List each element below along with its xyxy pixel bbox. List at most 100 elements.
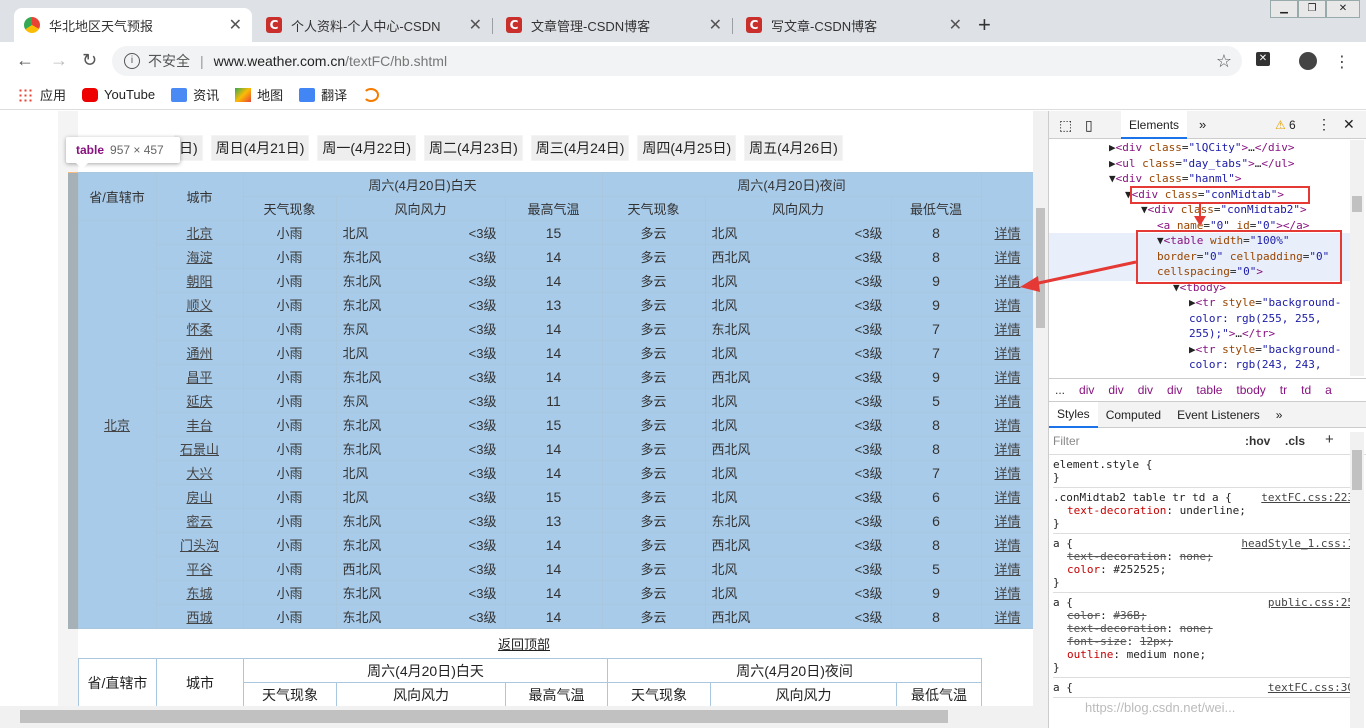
rule-source-link[interactable]: public.css:25 <box>1268 596 1354 609</box>
style-property[interactable]: color: #36B; <box>1053 609 1354 622</box>
bookmark-youtube[interactable]: YouTube <box>82 87 155 102</box>
detail-link[interactable]: 详情 <box>994 442 1020 457</box>
city-link[interactable]: 平谷 <box>186 562 212 577</box>
breadcrumb-item[interactable]: div <box>1138 383 1153 397</box>
profile-avatar-icon[interactable] <box>1299 52 1317 70</box>
window-close-button[interactable]: ✕ <box>1326 0 1360 18</box>
bookmark-maps[interactable]: 地图 <box>235 85 283 104</box>
breadcrumb-item[interactable]: div <box>1108 383 1123 397</box>
dom-node-line[interactable]: color: rgb(255, 255, <box>1049 311 1354 327</box>
device-toggle-icon[interactable]: ▯ <box>1085 117 1093 134</box>
breadcrumb-item[interactable]: ... <box>1055 383 1065 397</box>
address-bar[interactable]: i 不安全 | www.weather.com.cn/textFC/hb.sht… <box>112 46 1242 76</box>
tab-styles[interactable]: Styles <box>1049 401 1098 428</box>
menu-kebab-icon[interactable]: ⋮ <box>1334 52 1350 72</box>
reload-icon[interactable]: ↻ <box>82 50 97 71</box>
tab-elements[interactable]: Elements <box>1121 111 1188 139</box>
warning-icon[interactable]: ⚠ <box>1275 118 1286 132</box>
city-link[interactable]: 通州 <box>186 346 212 361</box>
city-link[interactable]: 密云 <box>186 514 212 529</box>
city-link[interactable]: 东城 <box>186 586 212 601</box>
breadcrumb-item[interactable]: div <box>1167 383 1182 397</box>
city-link[interactable]: 丰台 <box>186 418 212 433</box>
city-link[interactable]: 石景山 <box>180 442 219 457</box>
horizontal-scroll-thumb[interactable] <box>20 710 948 723</box>
bookmark-loading[interactable] <box>363 87 385 102</box>
inspect-cursor-icon[interactable]: ⬚ <box>1059 117 1072 134</box>
devtools-close-icon[interactable]: ✕ <box>1343 116 1355 133</box>
close-tab-icon[interactable]: ✕ <box>469 15 482 35</box>
city-link[interactable]: 昌平 <box>186 370 212 385</box>
day-tab[interactable]: 周日(4月21日) <box>210 135 310 161</box>
city-link[interactable]: 朝阳 <box>186 274 212 289</box>
dom-node-line[interactable]: color: rgb(243, 243, <box>1049 357 1354 373</box>
dom-node-line[interactable]: ▼<div class="hanml"> <box>1049 171 1354 187</box>
detail-link[interactable]: 详情 <box>994 490 1020 505</box>
dom-scroll-thumb[interactable] <box>1352 196 1362 212</box>
styles-filter-input[interactable]: Filter :hov .cls + <box>1049 429 1366 455</box>
detail-link[interactable]: 详情 <box>994 322 1020 337</box>
info-icon[interactable]: i <box>124 53 140 69</box>
dom-node-line[interactable]: 255);">…</tr> <box>1049 326 1354 342</box>
style-property[interactable]: font-size: 12px; <box>1053 635 1354 648</box>
close-tab-icon[interactable]: ✕ <box>949 15 962 35</box>
breadcrumb-item[interactable]: td <box>1301 383 1311 397</box>
hov-toggle[interactable]: :hov <box>1245 434 1270 448</box>
detail-link[interactable]: 详情 <box>994 370 1020 385</box>
more-tabs-icon[interactable]: » <box>1268 408 1291 422</box>
cls-toggle[interactable]: .cls <box>1285 434 1305 448</box>
breadcrumb-item[interactable]: div <box>1079 383 1094 397</box>
dom-node-line[interactable]: ▶<tr style="background- <box>1049 342 1354 358</box>
tab-computed[interactable]: Computed <box>1098 408 1169 422</box>
detail-link[interactable]: 详情 <box>994 538 1020 553</box>
more-tabs-icon[interactable]: » <box>1199 117 1206 132</box>
style-property[interactable]: text-decoration: underline; <box>1053 504 1354 517</box>
day-tab[interactable]: 周一(4月22日) <box>317 135 417 161</box>
day-tab[interactable]: 周四(4月25日) <box>637 135 737 161</box>
bookmark-translate[interactable]: 翻译 <box>299 85 347 104</box>
close-tab-icon[interactable]: ✕ <box>709 15 722 35</box>
city-link[interactable]: 西城 <box>186 610 212 625</box>
rule-source-link[interactable]: headStyle_1.css:1 <box>1241 537 1354 550</box>
detail-link[interactable]: 详情 <box>994 562 1020 577</box>
detail-link[interactable]: 详情 <box>994 394 1020 409</box>
city-link[interactable]: 海淀 <box>186 250 212 265</box>
maximize-button[interactable]: ❐ <box>1298 0 1326 18</box>
style-property[interactable]: outline: medium none; <box>1053 648 1354 661</box>
city-link[interactable]: 房山 <box>186 490 212 505</box>
breadcrumb-item[interactable]: tr <box>1280 383 1287 397</box>
day-tab[interactable]: 周五(4月26日) <box>744 135 843 161</box>
city-link[interactable]: 延庆 <box>186 394 212 409</box>
breadcrumb-item[interactable]: a <box>1325 383 1332 397</box>
breadcrumb-item[interactable]: table <box>1196 383 1222 397</box>
dom-node-line[interactable]: ▶<div class="lQCity">…</div> <box>1049 140 1354 156</box>
style-property[interactable]: color: #252525; <box>1053 563 1354 576</box>
bookmark-apps[interactable]: 应用 <box>18 85 66 104</box>
city-link[interactable]: 大兴 <box>186 466 212 481</box>
styles-scroll-thumb[interactable] <box>1352 450 1362 490</box>
bookmark-star-icon[interactable]: ☆ <box>1216 51 1232 72</box>
style-property[interactable]: text-decoration: none; <box>1053 550 1354 563</box>
detail-link[interactable]: 详情 <box>994 418 1020 433</box>
close-tab-icon[interactable]: ✕ <box>229 15 242 35</box>
province-link[interactable]: 北京 <box>104 418 130 433</box>
tab-csdn-articles[interactable]: C 文章管理-CSDN博客 ✕ <box>496 8 732 42</box>
add-rule-icon[interactable]: + <box>1325 431 1334 448</box>
detail-link[interactable]: 详情 <box>994 298 1020 313</box>
rule-source-link[interactable]: textFC.css:223 <box>1261 491 1354 504</box>
rule-source-link[interactable]: textFC.css:30 <box>1268 681 1354 694</box>
detail-link[interactable]: 详情 <box>994 586 1020 601</box>
day-tab[interactable]: 周二(4月23日) <box>424 135 523 161</box>
day-tab[interactable]: 周三(4月24日) <box>530 135 630 161</box>
breadcrumb-item[interactable]: tbody <box>1236 383 1265 397</box>
devtools-menu-icon[interactable]: ⋮ <box>1317 116 1331 133</box>
detail-link[interactable]: 详情 <box>994 610 1020 625</box>
dom-node-line[interactable]: ▶<ul class="day_tabs">…</ul> <box>1049 156 1354 172</box>
detail-link[interactable]: 详情 <box>994 466 1020 481</box>
city-link[interactable]: 怀柔 <box>186 322 212 337</box>
detail-link[interactable]: 详情 <box>994 346 1020 361</box>
extension-icon[interactable]: ✕ <box>1256 52 1270 66</box>
city-link[interactable]: 门头沟 <box>180 538 219 553</box>
detail-link[interactable]: 详情 <box>994 514 1020 529</box>
city-link[interactable]: 北京 <box>186 226 212 241</box>
